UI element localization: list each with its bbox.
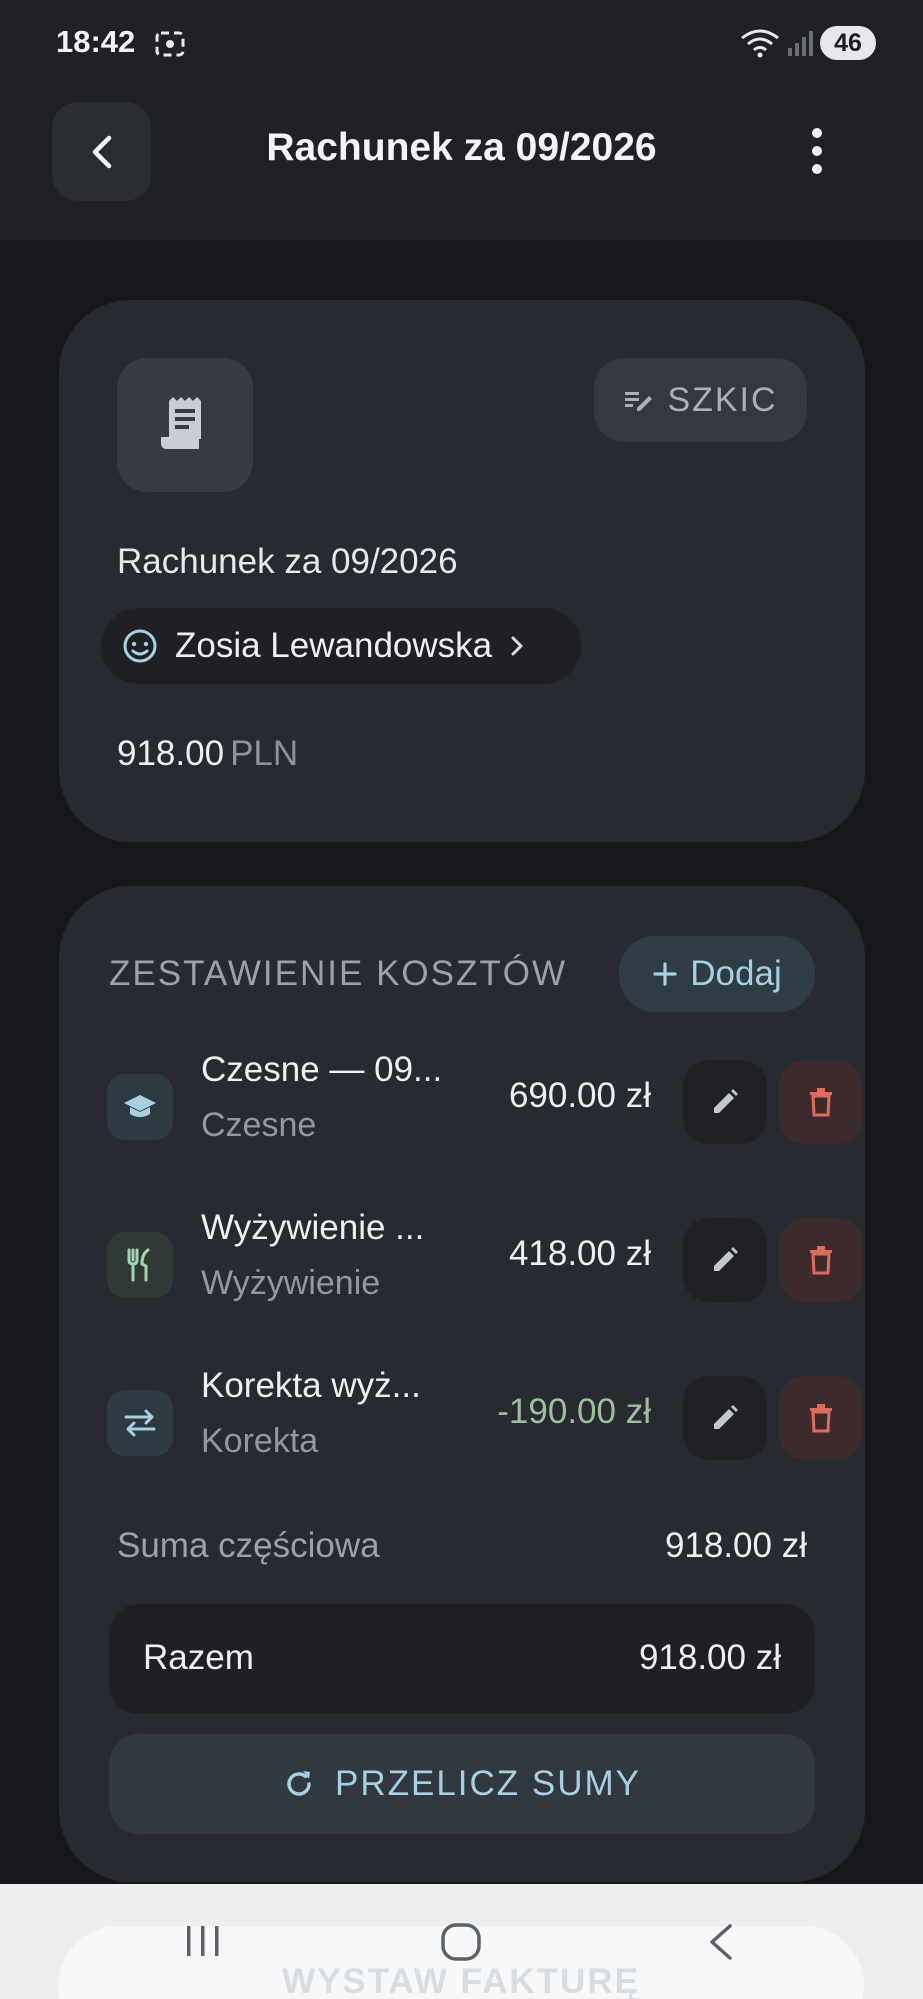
- delete-cost-button[interactable]: [779, 1376, 863, 1460]
- bill-currency: PLN: [230, 734, 299, 773]
- cost-breakdown-card: ZESTAWIENIE KOSZTÓW Dodaj Czesne — 09...…: [59, 886, 865, 1882]
- add-cost-button[interactable]: Dodaj: [619, 936, 815, 1012]
- edit-cost-button[interactable]: [683, 1376, 767, 1460]
- app-bar: Rachunek za 09/2026: [0, 86, 923, 240]
- issue-invoice-label: WYSTAW FAKTURĘ: [282, 1962, 640, 1999]
- cutlery-icon: [107, 1232, 173, 1298]
- recalculate-button[interactable]: PRZELICZ SUMY: [109, 1734, 815, 1834]
- client-name: Zosia Lewandowska: [175, 626, 493, 665]
- more-options-button[interactable]: [800, 126, 834, 176]
- cost-category: Czesne: [201, 1106, 317, 1144]
- bill-amount: 918.00 PLN: [117, 734, 298, 774]
- system-nav-bar: WYSTAW FAKTURĘ: [0, 1884, 923, 1999]
- cost-row: Czesne — 09... Czesne 690.00 zł: [107, 1048, 863, 1158]
- client-chip[interactable]: Zosia Lewandowska: [101, 608, 581, 684]
- cost-row: Korekta wyż... Korekta -190.00 zł: [107, 1364, 863, 1474]
- plus-icon: [653, 962, 677, 986]
- edit-note-icon: [625, 392, 653, 411]
- cost-title: Wyżywienie ...: [201, 1208, 425, 1247]
- refresh-icon: [287, 1771, 311, 1796]
- add-cost-label: Dodaj: [690, 954, 782, 993]
- trash-icon: [810, 1404, 832, 1433]
- receipt-tile: [117, 358, 253, 492]
- draft-status-label: SZKIC: [667, 380, 778, 419]
- total-box: Razem 918.00 zł: [109, 1604, 815, 1714]
- subtotal-label: Suma częściowa: [117, 1526, 380, 1565]
- cost-category: Wyżywienie: [201, 1264, 381, 1302]
- system-back-icon[interactable]: [706, 1922, 736, 1967]
- total-value: 918.00 zł: [638, 1638, 781, 1677]
- delete-cost-button[interactable]: [779, 1060, 863, 1144]
- bill-amount-value: 918.00: [117, 734, 225, 773]
- pencil-icon: [714, 1405, 738, 1429]
- cost-category: Korekta: [201, 1422, 319, 1460]
- screen-record-icon: [154, 30, 186, 63]
- pencil-icon: [714, 1247, 738, 1271]
- draft-status-chip: SZKIC: [594, 358, 807, 442]
- wifi-icon: [740, 28, 780, 63]
- chevron-right-icon: [511, 636, 523, 656]
- cost-title: Korekta wyż...: [201, 1366, 421, 1405]
- edit-cost-button[interactable]: [683, 1060, 767, 1144]
- bill-summary-card: SZKIC Rachunek za 09/2026 Zosia Lewandow…: [59, 300, 865, 842]
- child-face-icon: [123, 629, 157, 663]
- cost-amount: 418.00 zł: [508, 1234, 651, 1273]
- cost-amount: -190.00 zł: [497, 1392, 651, 1431]
- subtotal-value: 918.00 zł: [664, 1526, 807, 1565]
- receipt-icon: [161, 397, 201, 449]
- trash-icon: [810, 1246, 832, 1275]
- total-label: Razem: [143, 1638, 254, 1677]
- recalculate-label: PRZELICZ SUMY: [334, 1764, 642, 1803]
- trash-icon: [810, 1088, 832, 1117]
- bill-name: Rachunek za 09/2026: [117, 542, 458, 581]
- page-title: Rachunek za 09/2026: [266, 126, 657, 169]
- pencil-icon: [714, 1089, 738, 1113]
- delete-cost-button[interactable]: [779, 1218, 863, 1302]
- status-bar: 18:42 46: [0, 0, 923, 86]
- more-vertical-icon: [812, 128, 822, 174]
- battery-indicator: 46: [820, 26, 876, 60]
- edit-cost-button[interactable]: [683, 1218, 767, 1302]
- swap-arrows-icon: [107, 1390, 173, 1456]
- cost-title: Czesne — 09...: [201, 1050, 443, 1089]
- recent-apps-icon[interactable]: [183, 1924, 223, 1963]
- cost-row: Wyżywienie ... Wyżywienie 418.00 zł: [107, 1206, 863, 1316]
- cost-amount: 690.00 zł: [508, 1076, 651, 1115]
- section-title: ZESTAWIENIE KOSZTÓW: [109, 954, 567, 993]
- graduation-cap-icon: [107, 1074, 173, 1140]
- home-icon[interactable]: [440, 1922, 482, 1967]
- status-time: 18:42: [56, 24, 136, 59]
- signal-icon: [786, 30, 814, 61]
